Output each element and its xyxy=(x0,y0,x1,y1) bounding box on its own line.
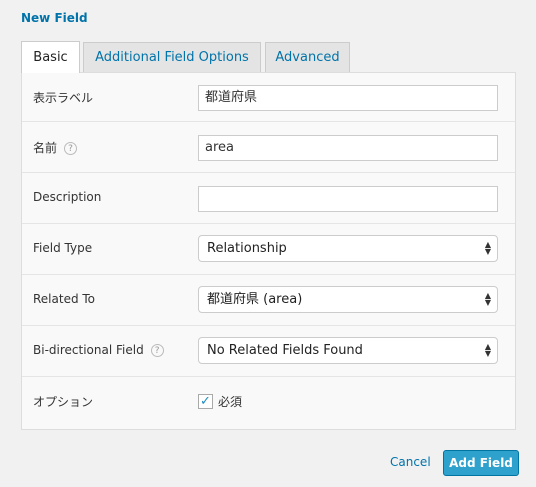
required-checkbox-label: 必須 xyxy=(218,395,243,409)
cancel-button[interactable]: Cancel xyxy=(390,455,431,469)
dialog-title: New Field xyxy=(21,11,88,25)
field-type-label: Field Type xyxy=(33,241,93,255)
help-icon[interactable]: ? xyxy=(150,344,164,357)
row-field-type: Field Type Relationship ▲ ▼ xyxy=(22,224,515,275)
name-input[interactable]: area xyxy=(198,135,498,161)
add-field-button[interactable]: Add Field xyxy=(443,450,519,476)
description-input[interactable] xyxy=(198,186,498,212)
bidirectional-value: No Related Fields Found xyxy=(207,343,363,358)
related-to-select[interactable]: 都道府県 (area) ▲ ▼ xyxy=(198,286,498,313)
row-related-to: Related To 都道府県 (area) ▲ ▼ xyxy=(22,275,515,326)
related-to-value: 都道府県 (area) xyxy=(207,292,303,307)
tab-additional-field-options[interactable]: Additional Field Options xyxy=(83,42,261,72)
bidirectional-select[interactable]: No Related Fields Found ▲ ▼ xyxy=(198,337,498,364)
row-display-label: 表示ラベル 都道府県 xyxy=(22,73,515,122)
select-arrows-icon: ▲ ▼ xyxy=(484,342,491,358)
description-label: Description xyxy=(33,190,102,204)
bidirectional-label: Bi-directional Field? xyxy=(33,343,164,357)
display-label-label: 表示ラベル xyxy=(33,91,94,105)
row-options: オプション ✓ 必須 xyxy=(22,377,515,429)
tab-basic[interactable]: Basic xyxy=(21,41,80,73)
name-label-text: 名前 xyxy=(33,141,58,155)
basic-panel: 表示ラベル 都道府県 名前? area Description Field Ty… xyxy=(21,72,516,430)
field-type-select[interactable]: Relationship ▲ ▼ xyxy=(198,235,498,262)
row-bidirectional: Bi-directional Field? No Related Fields … xyxy=(22,326,515,377)
help-icon[interactable]: ? xyxy=(64,142,78,155)
display-label-input[interactable]: 都道府県 xyxy=(198,85,498,111)
tab-advanced[interactable]: Advanced xyxy=(265,42,350,72)
options-label: オプション xyxy=(33,395,94,409)
row-description: Description xyxy=(22,173,515,224)
bidirectional-label-text: Bi-directional Field xyxy=(33,343,144,357)
related-to-label: Related To xyxy=(33,292,96,306)
name-label: 名前? xyxy=(33,139,78,156)
field-type-value: Relationship xyxy=(207,241,287,256)
select-arrows-icon: ▲ ▼ xyxy=(484,240,491,256)
required-checkbox[interactable]: ✓ xyxy=(198,394,213,409)
select-arrows-icon: ▲ ▼ xyxy=(484,291,491,307)
row-name: 名前? area xyxy=(22,122,515,173)
